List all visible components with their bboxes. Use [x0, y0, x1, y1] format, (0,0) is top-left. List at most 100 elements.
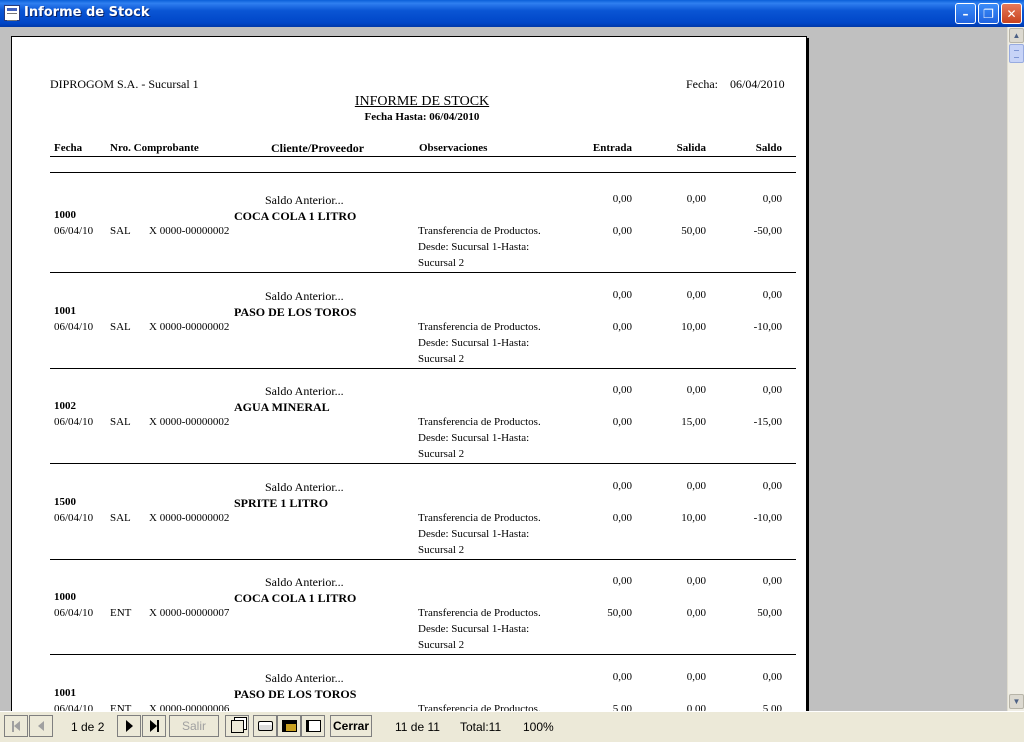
product-name: AGUA MINERAL	[234, 400, 330, 414]
movement-type: SAL	[110, 320, 131, 333]
viewer-toolbar: 1 de 2 Salir Cerrar 11 de 11 Total:11 10…	[0, 711, 1024, 742]
salida-value: 10,00	[681, 320, 706, 333]
book-icon	[305, 720, 321, 732]
movement-date: 06/04/10	[54, 607, 94, 619]
cerrar-button[interactable]: Cerrar	[330, 715, 372, 737]
prev-salida-value: 0,00	[686, 384, 706, 396]
prev-saldo-value: 0,00	[762, 479, 782, 492]
product-block: Saldo Anterior... 0,00 0,00 0,00 1001 PASO DE…	[12, 273, 808, 369]
previous-page-button[interactable]	[29, 715, 53, 737]
last-page-bar-icon	[156, 720, 159, 732]
prev-entrada-value: 0,00	[612, 575, 632, 587]
observation-line-3: Sucursal 2	[418, 448, 465, 460]
salida-value: 10,00	[681, 511, 706, 524]
observation-line-3: Sucursal 2	[418, 543, 465, 556]
scroll-down-button[interactable]: ▼	[1009, 694, 1024, 709]
report-viewer[interactable]: DIPROGOM S.A. - Sucursal 1 Fecha: 06/04/…	[0, 27, 1007, 711]
product-name: SPRITE 1 LITRO	[234, 495, 329, 510]
export-icon	[281, 720, 297, 732]
zoom-page-button[interactable]	[225, 715, 249, 737]
voucher-number: X 0000-00000006	[149, 702, 230, 712]
saldo-anterior-label: Saldo Anterior...	[265, 479, 344, 494]
minimize-button[interactable]: –	[955, 3, 976, 24]
close-button[interactable]: ✕	[1001, 3, 1022, 24]
open-book-button[interactable]	[301, 715, 325, 737]
product-name: PASO DE LOS TOROS	[234, 686, 357, 701]
product-block: Saldo Anterior... 0,00 0,00 0,00 1001 PASO DE…	[12, 655, 808, 712]
prev-entrada-value: 0,00	[612, 479, 632, 492]
report-subtitle: Fecha Hasta: 06/04/2010	[364, 111, 480, 123]
salir-button[interactable]: Salir	[169, 715, 219, 737]
prev-entrada-value: 0,00	[612, 193, 632, 205]
salida-value: 0,00	[686, 607, 706, 619]
date-value: 06/04/2010	[730, 77, 785, 91]
product-name: COCA COLA 1 LITRO	[234, 209, 357, 223]
date-label: Fecha:	[686, 77, 718, 91]
product-code: 1001	[54, 686, 76, 699]
saldo-value: -10,00	[753, 511, 782, 524]
first-page-button[interactable]	[4, 715, 28, 737]
observation-line-1: Transferencia de Productos.	[418, 416, 541, 428]
saldo-anterior-label: Saldo Anterior...	[265, 575, 344, 589]
voucher-number: X 0000-00000007	[149, 607, 230, 619]
report-title: INFORME DE STOCK	[354, 94, 490, 109]
movement-type: ENT	[110, 607, 132, 619]
product-code: 1000	[54, 209, 76, 221]
voucher-number: X 0000-00000002	[149, 225, 230, 237]
product-name: COCA COLA 1 LITRO	[234, 591, 357, 605]
column-header-salida: Salida	[676, 142, 706, 154]
observation-line-1: Transferencia de Productos.	[418, 607, 541, 619]
product-block: Saldo Anterior... 0,00 0,00 0,00 1002 AGUA MI…	[12, 368, 808, 464]
observation-line-1: Transferencia de Productos.	[418, 225, 541, 237]
entrada-value: 0,00	[612, 416, 632, 428]
entrada-value: 5,00	[612, 702, 632, 712]
saldo-value: -50,00	[753, 225, 782, 237]
first-page-arrow-icon	[14, 721, 20, 731]
observation-line-1: Transferencia de Productos.	[418, 702, 541, 712]
observation-line-3: Sucursal 2	[418, 639, 465, 651]
product-code: 1002	[54, 400, 76, 412]
observation-line-2: Desde: Sucursal 1-Hasta:	[418, 432, 530, 444]
saldo-anterior-label: Saldo Anterior...	[265, 288, 344, 303]
prev-salida-value: 0,00	[686, 575, 706, 587]
prev-entrada-value: 0,00	[612, 288, 632, 301]
prev-saldo-value: 0,00	[762, 193, 782, 205]
observation-line-3: Sucursal 2	[418, 257, 465, 269]
next-arrow-icon	[125, 720, 133, 732]
movement-type: SAL	[110, 416, 131, 428]
export-button[interactable]	[277, 715, 301, 737]
observation-line-2: Desde: Sucursal 1-Hasta:	[418, 527, 530, 540]
movement-date: 06/04/10	[54, 416, 94, 428]
movement-date: 06/04/10	[54, 225, 94, 237]
salida-value: 0,00	[686, 702, 706, 712]
scroll-thumb[interactable]	[1009, 44, 1024, 63]
saldo-value: -10,00	[753, 320, 782, 333]
entrada-value: 50,00	[607, 607, 632, 619]
saldo-value: -15,00	[753, 416, 782, 428]
column-header-comprobante: Nro. Comprobante	[110, 142, 199, 154]
company-name: DIPROGOM S.A. - Sucursal 1	[50, 77, 199, 91]
prev-saldo-value: 0,00	[762, 670, 782, 683]
entrada-value: 0,00	[612, 320, 632, 333]
page-indicator: 1 de 2	[71, 720, 105, 734]
window-title: Informe de Stock	[24, 5, 150, 20]
records-indicator: 11 de 11	[395, 720, 440, 734]
saldo-anterior-label: Saldo Anterior...	[265, 670, 344, 685]
prev-salida-value: 0,00	[686, 193, 706, 205]
prev-saldo-value: 0,00	[762, 384, 782, 396]
voucher-number: X 0000-00000002	[149, 511, 230, 524]
maximize-button[interactable]: ❐	[978, 3, 999, 24]
scroll-up-button[interactable]: ▲	[1009, 28, 1024, 43]
vertical-scrollbar[interactable]: ▲ ▼	[1007, 27, 1024, 711]
print-button[interactable]	[253, 715, 277, 737]
prev-salida-value: 0,00	[686, 288, 706, 301]
movement-type: SAL	[110, 225, 131, 237]
observation-line-1: Transferencia de Productos.	[418, 511, 541, 524]
saldo-value: 5,00	[762, 702, 782, 712]
next-page-button[interactable]	[117, 715, 141, 737]
last-page-button[interactable]	[142, 715, 166, 737]
movement-type: SAL	[110, 511, 131, 524]
total-indicator: Total:11	[460, 720, 502, 734]
printer-icon	[257, 721, 273, 731]
zoom-indicator: 100%	[523, 720, 554, 734]
